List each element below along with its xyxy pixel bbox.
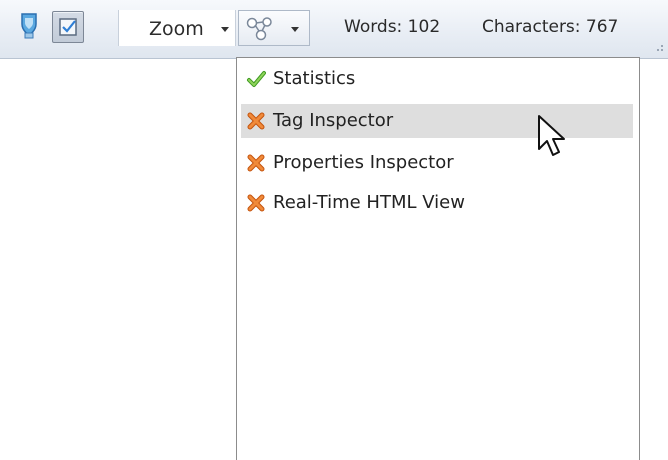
shield-status-icon [21,13,37,39]
cross-icon [247,112,265,130]
check-document-icon [59,18,77,36]
chevron-down-icon [291,27,299,32]
status-button[interactable] [14,11,44,41]
mouse-pointer-icon [538,115,565,156]
menu-item-label: Properties Inspector [273,152,454,173]
menu-item-properties-inspector[interactable]: Properties Inspector [241,146,633,180]
menu-item-label: Real-Time HTML View [273,192,465,213]
status-bar: Zoom Words: 102 Characters: 767 [0,0,668,59]
menu-item-label: Statistics [273,68,356,89]
cross-icon [247,154,265,172]
view-toggle-button[interactable] [52,11,84,43]
menu-item-real-time-html-view[interactable]: Real-Time HTML View [241,186,633,220]
character-count: Characters: 767 [482,17,619,37]
menu-item-tag-inspector[interactable]: Tag Inspector [241,104,633,138]
zoom-dropdown[interactable]: Zoom [118,10,236,46]
word-count: Words: 102 [344,17,441,37]
panels-icon [246,17,272,41]
cross-icon [247,194,265,212]
chevron-down-icon [221,27,229,32]
menu-item-statistics[interactable]: Statistics [241,62,633,96]
checkmark-icon [247,71,266,87]
menu-item-label: Tag Inspector [273,110,394,131]
panels-menu-button[interactable] [238,10,310,46]
panels-dropdown-menu: Statistics Tag Inspector Properties Insp… [236,57,640,460]
resize-grip-icon[interactable] [652,40,664,52]
zoom-label: Zoom [149,18,204,40]
